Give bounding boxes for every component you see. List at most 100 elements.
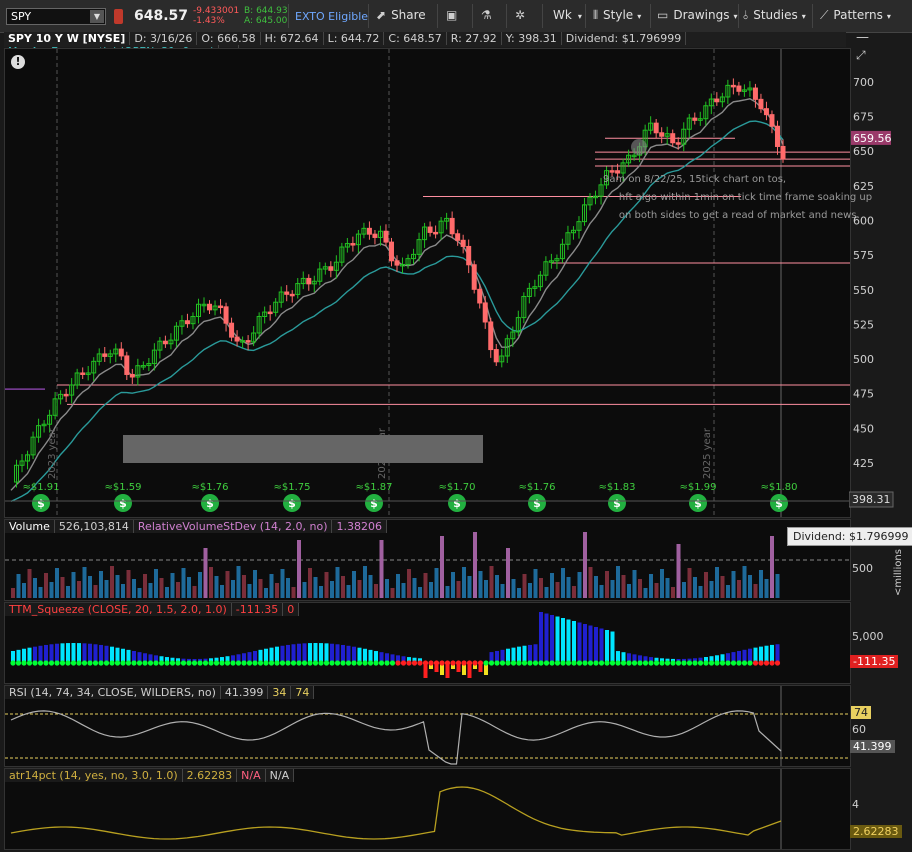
patterns-button[interactable]: ⟋ Patterns ▾ (820, 8, 891, 23)
squeeze-dot (191, 660, 198, 666)
squeeze-dot (202, 660, 209, 666)
period-button[interactable]: Wk ▾ (553, 8, 582, 22)
volume-bar (280, 569, 285, 598)
squeeze-bar (599, 628, 604, 663)
squeeze-dot (230, 660, 236, 666)
dividend-icon-glyph: $ (453, 497, 461, 510)
atr-panel[interactable]: atr14pct (14, yes, no, 3.0, 1.0) 2.62283 N… (4, 768, 851, 850)
volume-legend: Volume 526,103,814 RelativeVolumeStDev (14… (5, 520, 387, 533)
squeeze-axis-tick: 5,000 (852, 630, 884, 643)
exto-eligible-link[interactable]: EXTO Eligible (295, 10, 368, 23)
squeeze-dot (593, 660, 599, 666)
minimize-icon[interactable]: — (856, 30, 869, 45)
squeeze-dot (747, 660, 753, 666)
squeeze-dot (318, 660, 324, 666)
divider (368, 4, 369, 28)
squeeze-bar (49, 644, 54, 663)
squeeze-bar (60, 643, 65, 663)
price-axis[interactable]: 425 450 475 500 525 550 575 600 625 650 675 700 659.… (849, 48, 909, 516)
bar-range: R: 27.92 (447, 32, 502, 45)
drawings-button[interactable]: ▭ Drawings ▾ (657, 8, 738, 22)
symbol-dropdown-icon[interactable]: ▼ (90, 10, 104, 23)
chart-title: SPY 10 Y W [NYSE] (4, 32, 131, 45)
squeeze-dot (103, 660, 110, 666)
volume-value: 526,103,814 (54, 520, 134, 533)
squeeze-panel[interactable]: TTM_Squeeze (CLOSE, 20, 1.5, 2.0, 1.0) -1… (4, 602, 851, 684)
drawn-rectangle[interactable] (123, 435, 483, 463)
squeeze-dot (615, 660, 621, 666)
volume-panel[interactable]: Volume 526,103,814 RelativeVolumeStDev (14… (4, 519, 851, 601)
squeeze-bar (291, 644, 296, 663)
dividend-icon-glyph: $ (613, 497, 621, 510)
candle-body (267, 311, 273, 315)
settings-button[interactable]: ✲ (515, 8, 530, 22)
squeeze-dot (642, 660, 649, 666)
squeeze-bar (99, 644, 103, 663)
volume-bar (165, 587, 169, 598)
rel-vol-study[interactable]: RelativeVolumeStDev (14, 2.0, no) (133, 520, 333, 533)
info-icon[interactable]: ! (11, 55, 25, 69)
volume-bar (154, 569, 158, 598)
studies-icon: ⫰ (743, 8, 749, 22)
squeeze-dot (114, 660, 121, 666)
candle-body (488, 321, 494, 351)
volume-bar (643, 588, 648, 598)
candle-body (774, 125, 780, 147)
volume-bar (544, 587, 549, 598)
atr-title[interactable]: atr14pct (14, yes, no, 3.0, 1.0) (5, 769, 183, 782)
candle-body (328, 266, 334, 271)
last-price: 648.57 (134, 8, 189, 24)
ema-short-line (10, 98, 784, 491)
flexible-grid-button[interactable]: ▣ (446, 8, 462, 22)
ask-value: A: 645.00 (244, 16, 288, 26)
divider (506, 4, 507, 28)
price-panel[interactable]: 2023 year2024 year2025 year≈$1.91$≈$1.59… (4, 48, 872, 518)
dividend-label: ≈$1.76 (191, 482, 228, 493)
squeeze-dot (670, 660, 676, 666)
squeeze-dot (395, 660, 401, 666)
rel-vol-value: 1.38206 (332, 520, 387, 533)
volume-bar (313, 577, 318, 598)
volume-bar (71, 572, 76, 598)
style-button[interactable]: ⫴ Style ▾ (593, 8, 641, 23)
share-button[interactable]: ⬈ Share (376, 8, 426, 22)
rsi-panel[interactable]: RSI (14, 74, 34, CLOSE, WILDERS, no) 41.3… (4, 685, 851, 767)
squeeze-dot (142, 660, 148, 666)
bar-close: C: 648.57 (384, 32, 447, 45)
style-label: Style (603, 8, 634, 22)
volume-bar (27, 569, 32, 598)
volume-bar (258, 579, 263, 598)
squeeze-title[interactable]: TTM_Squeeze (CLOSE, 20, 1.5, 2.0, 1.0) (5, 603, 232, 616)
rsi-title[interactable]: RSI (14, 74, 34, CLOSE, WILDERS, no) (5, 686, 221, 699)
candle-body (736, 85, 742, 92)
divider (472, 4, 473, 28)
squeeze-dot (774, 660, 781, 666)
squeeze-dot (10, 660, 16, 666)
squeeze-bar (594, 627, 598, 663)
volume-bar (77, 581, 81, 598)
price-tick: 600 (853, 214, 874, 227)
alert-badge[interactable] (114, 9, 123, 24)
squeeze-dot (268, 660, 275, 666)
squeeze-dot (378, 660, 385, 666)
candle-body (388, 241, 394, 262)
symbol-input[interactable]: SPY ▼ (6, 8, 106, 25)
studies-button[interactable]: ⫰ Studies ▾ (743, 8, 806, 23)
squeeze-dot (752, 660, 759, 666)
bar-y: Y: 398.31 (502, 32, 562, 45)
beaker-button[interactable]: ⚗ (481, 8, 497, 22)
volume-bar (566, 577, 571, 598)
candle-body (471, 264, 477, 290)
candle-body (477, 288, 483, 304)
squeeze-dot (466, 660, 473, 666)
volume-bar (330, 581, 334, 598)
squeeze-dot (153, 660, 159, 666)
candle-body (714, 98, 720, 103)
volume-bar (665, 578, 670, 598)
chart-annotation: 9am on 8/22/25, 15tick chart on tos, hft… (603, 174, 873, 221)
volume-bar (352, 571, 356, 598)
squeeze-bar (82, 643, 87, 663)
price-tick: 525 (853, 318, 874, 331)
squeeze-bar (297, 643, 301, 663)
volume-bar (16, 574, 21, 598)
